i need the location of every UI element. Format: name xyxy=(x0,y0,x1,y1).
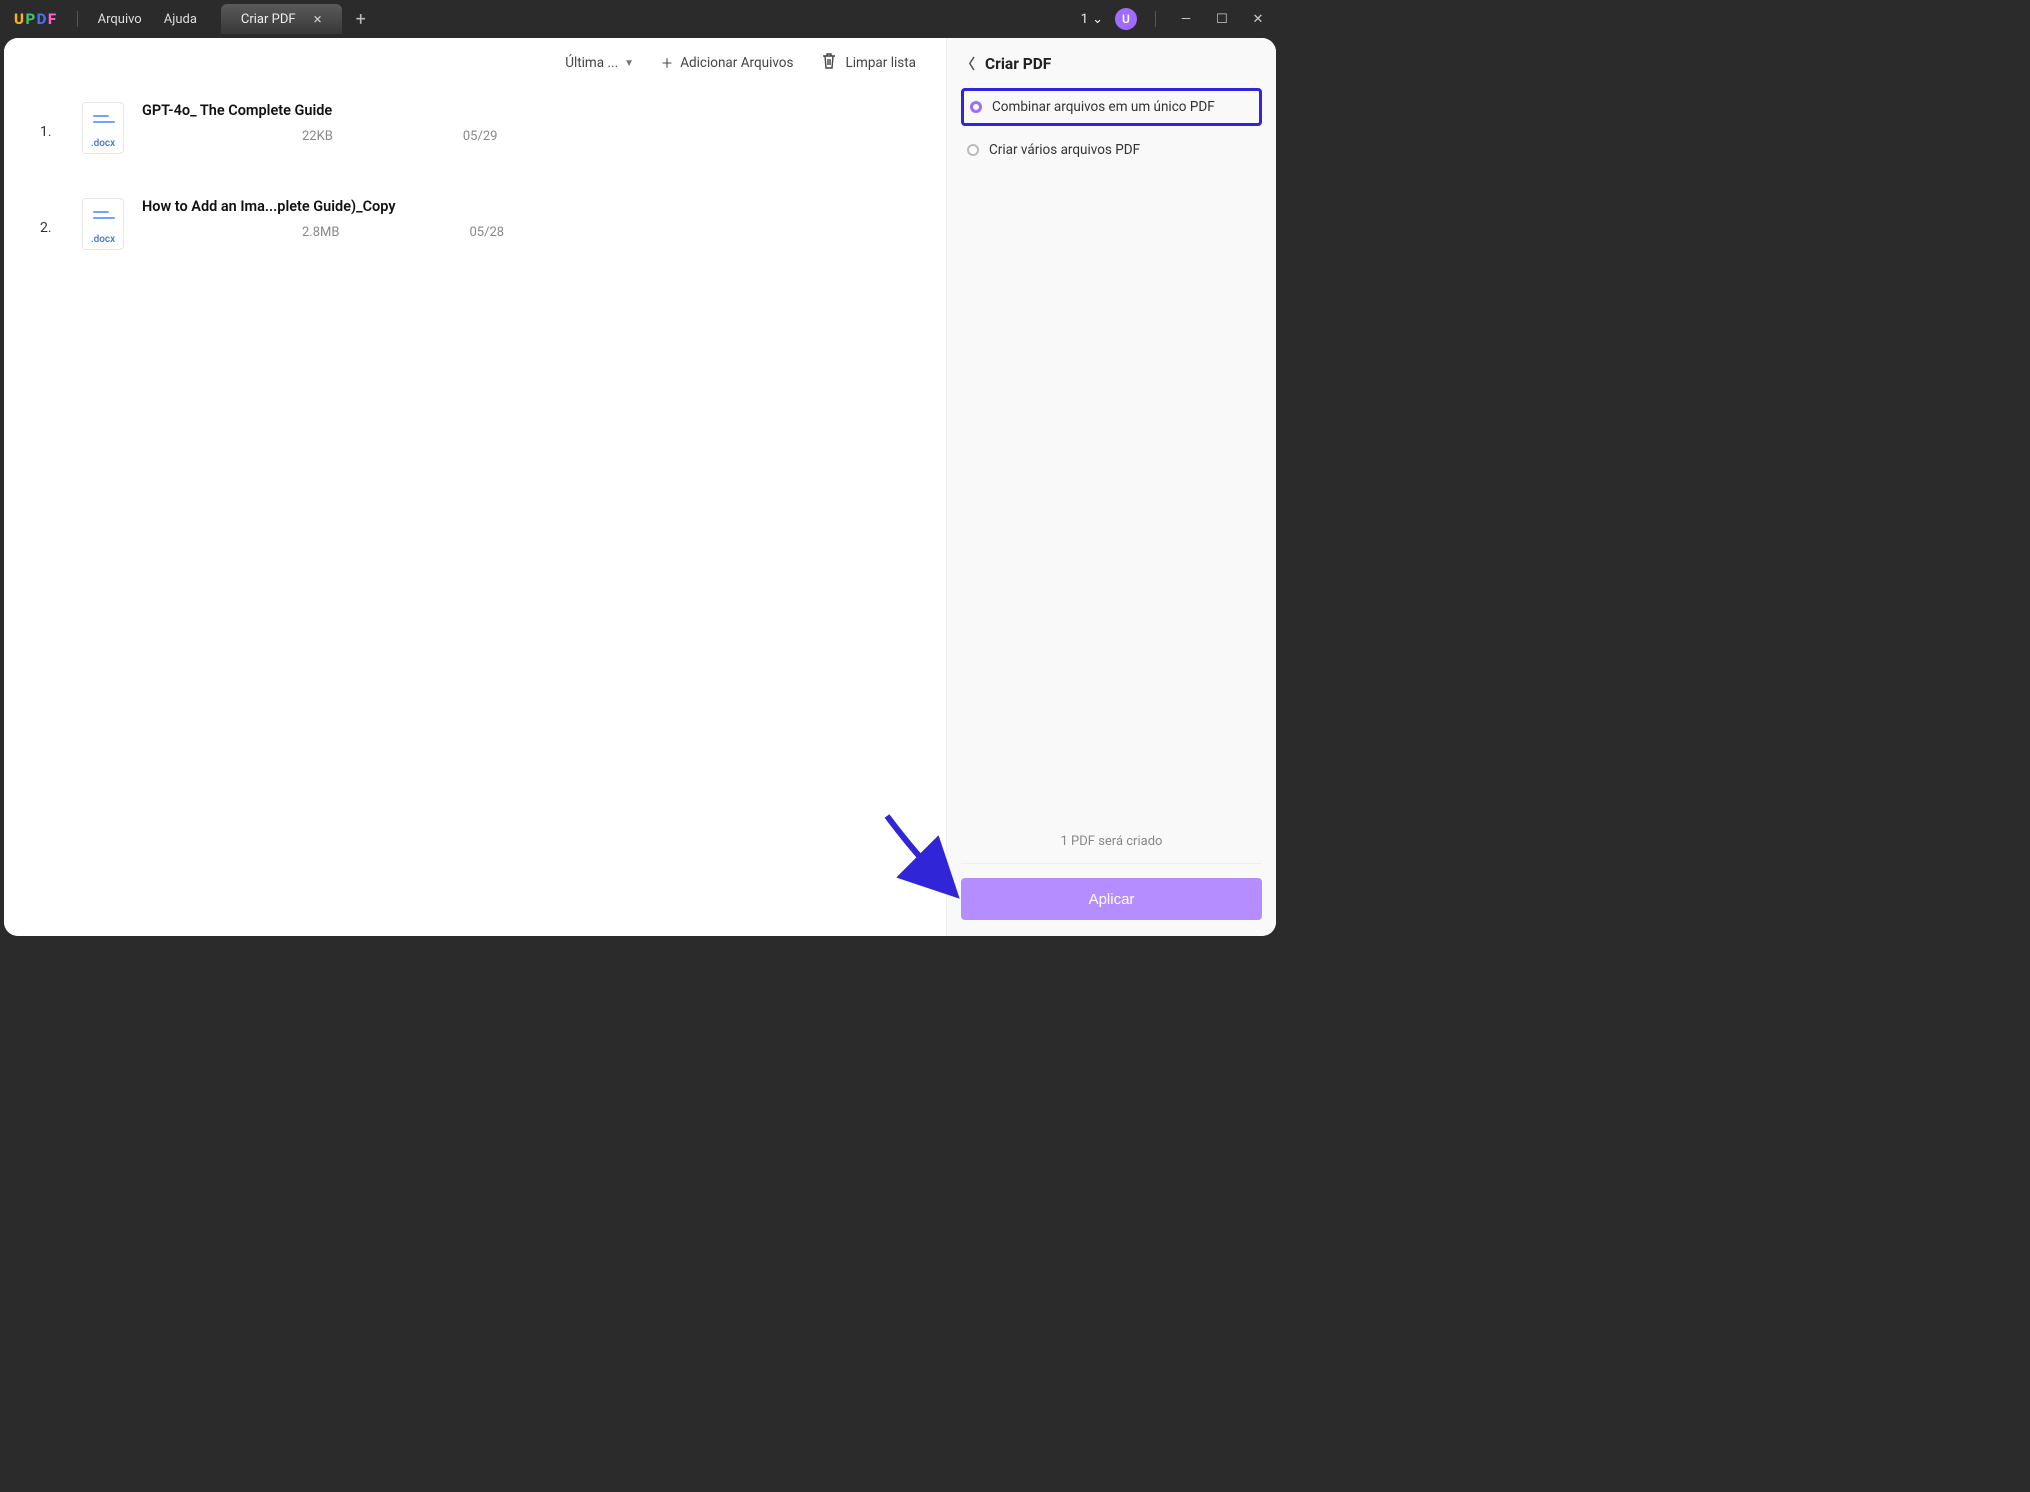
account-count: 1 xyxy=(1081,12,1088,27)
new-tab-button[interactable]: + xyxy=(342,9,380,30)
app-logo: U P D F xyxy=(0,10,71,28)
option-multiple[interactable]: Criar vários arquivos PDF xyxy=(961,134,1262,166)
panel-footer: 1 PDF será criado Aplicar xyxy=(961,834,1262,920)
divider xyxy=(961,863,1262,864)
file-size: 22KB xyxy=(142,129,333,144)
close-icon[interactable]: × xyxy=(314,10,322,28)
file-meta: GPT-4o_ The Complete Guide 22KB 05/29 xyxy=(142,102,916,144)
option-combine[interactable]: Combinar arquivos em um único PDF xyxy=(961,88,1262,126)
list-toolbar: Última ... ▼ + Adicionar Arquivos Limpar… xyxy=(4,52,946,74)
sort-dropdown[interactable]: Última ... ▼ xyxy=(565,55,634,71)
file-meta: How to Add an Ima...plete Guide)_Copy 2.… xyxy=(142,198,916,240)
divider xyxy=(1155,11,1156,27)
divider xyxy=(77,11,78,27)
main-menu: Arquivo Ajuda xyxy=(84,12,211,27)
add-files-label: Adicionar Arquivos xyxy=(680,55,793,71)
back-button[interactable]: 〈 xyxy=(961,54,975,74)
chevron-down-icon: ⌄ xyxy=(1092,12,1103,27)
tab-label: Criar PDF xyxy=(241,12,296,27)
apply-button[interactable]: Aplicar xyxy=(961,878,1262,920)
file-date: 05/28 xyxy=(470,225,505,240)
chevron-down-icon: ▼ xyxy=(624,58,634,69)
titlebar: U P D F Arquivo Ajuda Criar PDF × + 1 ⌄ … xyxy=(0,0,1280,38)
add-files-button[interactable]: + Adicionar Arquivos xyxy=(662,53,793,74)
status-text: 1 PDF será criado xyxy=(1061,834,1163,849)
clear-list-button[interactable]: Limpar lista xyxy=(821,52,916,74)
file-name: How to Add an Ima...plete Guide)_Copy xyxy=(142,198,916,215)
row-index: 2. xyxy=(40,198,64,236)
file-list: 1. .docx GPT-4o_ The Complete Guide 22KB… xyxy=(4,74,946,280)
tab-create-pdf[interactable]: Criar PDF × xyxy=(221,4,342,34)
workspace: Última ... ▼ + Adicionar Arquivos Limpar… xyxy=(4,38,1276,936)
option-label: Combinar arquivos em um único PDF xyxy=(992,99,1215,115)
docx-icon: .docx xyxy=(82,198,124,250)
trash-icon xyxy=(821,52,837,74)
clear-list-label: Limpar lista xyxy=(845,55,916,71)
sort-label: Última ... xyxy=(565,55,618,71)
radio-icon xyxy=(967,144,979,156)
side-header: 〈 Criar PDF xyxy=(961,54,1262,88)
main-panel: Última ... ▼ + Adicionar Arquivos Limpar… xyxy=(4,38,946,936)
file-size: 2.8MB xyxy=(142,225,340,240)
menu-file[interactable]: Arquivo xyxy=(98,12,142,27)
plus-icon: + xyxy=(662,53,672,74)
file-date: 05/29 xyxy=(463,129,498,144)
list-item[interactable]: 1. .docx GPT-4o_ The Complete Guide 22KB… xyxy=(40,88,916,184)
options-group: Combinar arquivos em um único PDF Criar … xyxy=(961,88,1262,166)
tab-strip: Criar PDF × + xyxy=(221,4,380,34)
radio-icon xyxy=(970,101,982,113)
list-item[interactable]: 2. .docx How to Add an Ima...plete Guide… xyxy=(40,184,916,280)
maximize-button[interactable]: ☐ xyxy=(1210,12,1234,27)
avatar[interactable]: U xyxy=(1115,8,1137,30)
option-label: Criar vários arquivos PDF xyxy=(989,142,1140,158)
row-index: 1. xyxy=(40,102,64,140)
account-switcher[interactable]: 1 ⌄ xyxy=(1081,12,1103,27)
file-name: GPT-4o_ The Complete Guide xyxy=(142,102,916,119)
close-button[interactable]: ✕ xyxy=(1246,12,1270,27)
window-controls-group: 1 ⌄ U — ☐ ✕ xyxy=(1081,8,1280,30)
docx-icon: .docx xyxy=(82,102,124,154)
minimize-button[interactable]: — xyxy=(1174,12,1198,27)
side-panel: 〈 Criar PDF Combinar arquivos em um únic… xyxy=(946,38,1276,936)
menu-help[interactable]: Ajuda xyxy=(164,12,197,27)
panel-title: Criar PDF xyxy=(985,55,1051,73)
